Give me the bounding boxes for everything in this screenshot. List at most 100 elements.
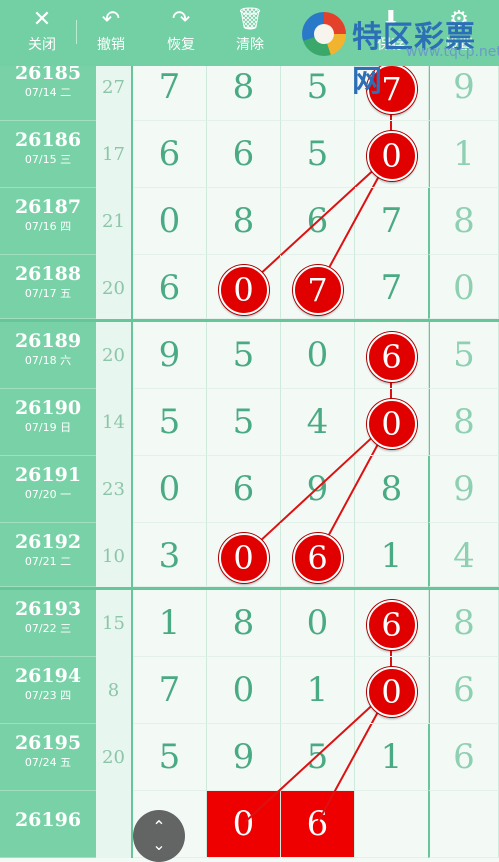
digit-cell[interactable]: 0 — [428, 255, 499, 319]
period-cell: 26193 07/22 三 — [0, 590, 96, 657]
period-cell: 26196 — [0, 791, 96, 858]
prediction-cell[interactable]: 6 — [281, 791, 355, 858]
digit-cell[interactable]: 8 — [207, 188, 281, 255]
digit-cell[interactable]: 0 — [133, 456, 207, 523]
table-row: 26194 07/23 四870106 — [0, 657, 499, 724]
table-row: 26191 07/20 一 23 0 6 9 8 9 — [0, 456, 499, 523]
close-button[interactable]: ✕ 关闭 — [14, 6, 70, 60]
digit-cell[interactable]: 5 — [281, 724, 355, 791]
digit-cell[interactable]: 5 — [207, 322, 281, 389]
digit-value: 8 — [232, 67, 255, 107]
digit-value: 0 — [306, 603, 329, 643]
sum-cell — [96, 791, 133, 858]
digit-cell[interactable]: 9 — [133, 322, 207, 389]
period-cell: 26191 07/20 一 — [0, 456, 96, 523]
digit-value: 6 — [158, 134, 181, 174]
digit-cell[interactable]: 0 — [355, 657, 429, 724]
digit-cell[interactable]: 9 — [281, 456, 355, 523]
digit-cell[interactable]: 0 — [281, 590, 355, 657]
digit-cell[interactable]: 1 — [355, 523, 429, 587]
digit-cell[interactable]: 0 — [207, 523, 281, 587]
sum-cell: 20 — [96, 322, 133, 389]
undo-button[interactable]: ↶ 撤销 — [83, 6, 139, 60]
digit-cell[interactable]: 8 — [428, 590, 499, 657]
digit-value: 6 — [232, 469, 255, 509]
digit-cell[interactable]: 5 — [133, 389, 207, 456]
period-date: 07/20 一 — [24, 488, 72, 501]
digit-cell[interactable]: 7 — [133, 657, 207, 724]
digit-cell[interactable]: 6 — [281, 523, 355, 587]
digit-value: 5 — [453, 335, 475, 375]
digit-cell[interactable]: 0 — [207, 657, 281, 724]
digit-cell[interactable]: 6 — [207, 121, 281, 188]
sum-cell: 14 — [96, 389, 133, 456]
period-date: 07/19 日 — [24, 421, 72, 434]
digit-cell[interactable]: 7 — [281, 255, 355, 319]
highlight-ball: 0 — [366, 131, 417, 181]
logo-emblem-icon — [302, 12, 346, 56]
highlight-ball: 0 — [218, 265, 269, 315]
digit-cell[interactable]: 0 — [355, 389, 429, 456]
period-number: 26196 — [14, 809, 82, 831]
digit-cell[interactable]: 0 — [355, 121, 429, 188]
digit-cell[interactable]: 9 — [428, 456, 499, 523]
digit-cell[interactable]: 1 — [133, 590, 207, 657]
digit-cell[interactable] — [355, 791, 429, 858]
digit-cell[interactable]: 7 — [355, 255, 429, 319]
digit-cell[interactable]: 5 — [207, 389, 281, 456]
digit-value: 1 — [380, 737, 403, 777]
digit-cell[interactable]: 6 — [281, 188, 355, 255]
period-date: 07/15 三 — [24, 153, 72, 166]
digit-cell[interactable]: 6 — [133, 121, 207, 188]
digit-cell[interactable]: 1 — [355, 724, 429, 791]
digit-cell[interactable]: 8 — [207, 590, 281, 657]
digit-cell[interactable]: 8 — [355, 456, 429, 523]
table-row: 26196 0 6 — [0, 791, 499, 858]
digit-cell[interactable]: 5 — [281, 121, 355, 188]
digit-cell[interactable]: 7 — [355, 188, 429, 255]
digit-cell[interactable]: 6 — [355, 322, 429, 389]
digit-cell[interactable]: 6 — [207, 456, 281, 523]
digit-cell[interactable]: 5 — [428, 322, 499, 389]
digit-value: 7 — [158, 670, 181, 710]
digit-cell[interactable]: 8 — [428, 188, 499, 255]
table-row: 26192 07/21 二 10 3 0 6 1 4 — [0, 523, 499, 590]
digit-cell[interactable]: 6 — [428, 657, 499, 724]
digit-value: 5 — [158, 402, 181, 442]
digit-value: 1 — [306, 670, 329, 710]
highlight-ball: 6 — [366, 600, 417, 650]
digit-cell[interactable]: 5 — [133, 724, 207, 791]
redo-icon: ↷ — [171, 7, 191, 32]
digit-cell[interactable]: 6 — [133, 255, 207, 319]
digit-cell[interactable]: 9 — [207, 724, 281, 791]
period-number: 26190 — [14, 397, 82, 419]
digit-cell[interactable]: 8 — [428, 389, 499, 456]
digit-value: 6 — [232, 134, 255, 174]
digit-cell[interactable]: 4 — [281, 389, 355, 456]
digit-value: 6 — [453, 670, 475, 710]
digit-cell[interactable]: 0 — [133, 188, 207, 255]
redo-button[interactable]: ↷ 恢复 — [153, 6, 209, 60]
period-date: 07/16 四 — [24, 220, 72, 233]
sum-cell: 15 — [96, 590, 133, 657]
digit-cell[interactable]: 6 — [355, 590, 429, 657]
digit-cell[interactable]: 1 — [428, 121, 499, 188]
digit-cell[interactable]: 0 — [281, 322, 355, 389]
prediction-cell[interactable]: 0 — [207, 791, 281, 858]
toolbar: ✕ 关闭 ↶ 撤销 ↷ 恢复 🗑 清除 ⬇ 保存 ⚙ 设置 特区彩票网 www.… — [0, 0, 499, 99]
digit-cell[interactable]: 4 — [428, 523, 499, 587]
digit-cell[interactable]: 0 — [207, 255, 281, 319]
watermark-logo: 特区彩票网 www.tqcp.net — [300, 10, 499, 99]
digit-value: 1 — [158, 603, 181, 643]
digit-cell[interactable]: 3 — [133, 523, 207, 587]
digit-value: 9 — [306, 469, 329, 509]
digit-cell[interactable]: 6 — [428, 724, 499, 791]
period-number: 26195 — [14, 732, 82, 754]
digit-cell[interactable] — [428, 791, 499, 858]
scroll-toggle-button[interactable]: ⌃ ⌄ — [133, 810, 185, 862]
period-date: 07/14 二 — [24, 86, 72, 99]
clear-button[interactable]: 🗑 清除 — [222, 6, 278, 60]
period-cell: 26192 07/21 二 — [0, 523, 96, 587]
digit-value: 8 — [232, 603, 255, 643]
digit-cell[interactable]: 1 — [281, 657, 355, 724]
